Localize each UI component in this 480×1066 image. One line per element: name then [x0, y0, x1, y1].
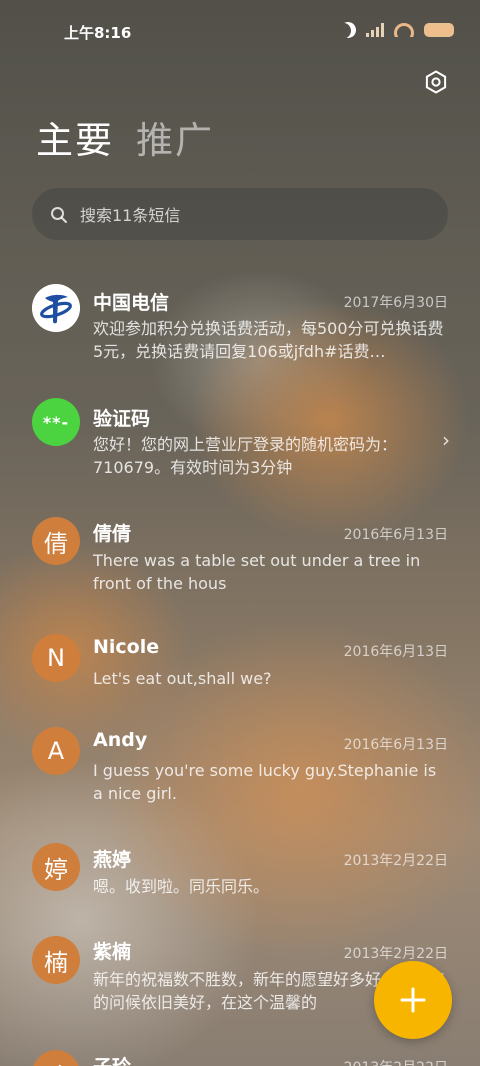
moon-icon [338, 20, 359, 41]
conversation-preview: 您好！您的网上营业厅登录的随机密码为：710679。有效时间为3分钟 [93, 435, 398, 477]
conversation-item[interactable]: 倩 倩倩 2016年6月13日 There was a table set ou… [0, 517, 480, 597]
conversation-name: 中国电信 [93, 292, 170, 314]
compose-button[interactable] [374, 961, 452, 1039]
tab-primary[interactable]: 主要 [36, 122, 114, 159]
tab-bar: 主要 推广 [36, 122, 214, 159]
status-icons [340, 22, 454, 38]
conversation-preview: 欢迎参加积分兑换话费活动，每500分可兑换话费5元，兑换话费请回复106或jfd… [93, 319, 444, 361]
conversation-preview: 嗯。收到啦。同乐同乐。 [93, 877, 270, 896]
conversation-item[interactable]: 婷 燕婷 2013年2月22日 嗯。收到啦。同乐同乐。 [0, 843, 480, 903]
conversation-preview: There was a table set out under a tree i… [93, 551, 421, 593]
avatar-text: 玲 [44, 1057, 68, 1066]
conversation-preview: Let's eat out,shall we? [93, 669, 272, 688]
contact-avatar: N [32, 634, 80, 682]
avatar-text: N [47, 644, 65, 672]
avatar-text: 婷 [44, 855, 68, 884]
conversation-item[interactable]: 中国电信 2017年6月30日 欢迎参加积分兑换话费活动，每500分可兑换话费5… [0, 284, 480, 364]
settings-icon [425, 70, 447, 94]
signal-icon [366, 23, 384, 37]
conversation-item[interactable]: N Nicole 2016年6月13日 Let's eat out,shall … [0, 634, 480, 694]
avatar-text: 楠 [44, 948, 68, 977]
contact-avatar: 婷 [32, 843, 80, 891]
conversation-item[interactable]: A Andy 2016年6月13日 I guess you're some lu… [0, 727, 480, 807]
contact-avatar: A [32, 727, 80, 775]
status-time: 上午8:16 [64, 24, 132, 42]
wifi-icon [394, 23, 414, 37]
conversation-date: 2016年6月13日 [343, 737, 448, 753]
plus-icon [400, 987, 426, 1013]
verification-avatar: **- [32, 398, 80, 446]
conversation-date: 2013年2月22日 [344, 1057, 448, 1066]
conversation-name: 验证码 [93, 408, 151, 430]
settings-button[interactable] [422, 68, 450, 96]
search-icon [50, 206, 67, 223]
conversation-name: 倩倩 [93, 523, 132, 545]
conversation-date: 2013年2月22日 [343, 853, 448, 869]
status-bar: 上午8:16 [0, 0, 480, 62]
avatar-text: **- [42, 412, 70, 432]
conversation-date: 2016年6月13日 [343, 644, 448, 660]
avatar-text: A [47, 737, 65, 765]
contact-avatar: 楠 [32, 936, 80, 984]
contact-avatar: 玲 [32, 1050, 80, 1066]
search-placeholder: 搜索11条短信 [80, 206, 181, 225]
conversation-date: 2016年6月13日 [343, 527, 448, 543]
avatar-text: 倩 [44, 529, 68, 558]
conversation-name: 燕婷 [93, 849, 132, 871]
conversation-preview: I guess you're some lucky guy.Stephanie … [93, 761, 437, 803]
conversation-name: 紫楠 [93, 941, 132, 963]
conversation-name: 子玲 [93, 1052, 131, 1066]
tab-promotions[interactable]: 推广 [136, 122, 214, 159]
chevron-right-icon[interactable]: › [442, 428, 450, 452]
china-telecom-logo [32, 284, 80, 332]
contact-avatar: 倩 [32, 517, 80, 565]
battery-icon [424, 23, 454, 37]
search-bar[interactable]: 搜索11条短信 [32, 188, 448, 240]
conversation-name: Nicole [93, 636, 160, 658]
conversation-item[interactable]: 玲 子玲 2013年2月22日 [0, 1050, 480, 1066]
conversation-item[interactable]: **- 验证码 › 您好！您的网上营业厅登录的随机密码为：710679。有效时间… [0, 398, 480, 478]
conversation-date: 2013年2月22日 [343, 946, 448, 962]
conversation-name: Andy [93, 729, 148, 751]
conversation-date: 2017年6月30日 [343, 295, 448, 311]
